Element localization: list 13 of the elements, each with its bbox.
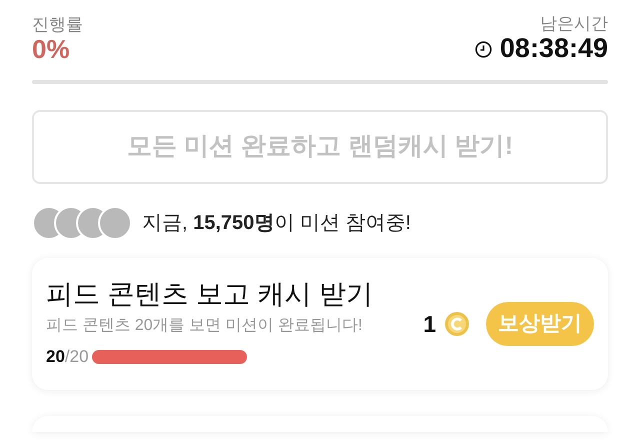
coin-icon [444, 311, 470, 338]
mission-description: 피드 콘텐츠 20개를 보면 미션이 완료됩니다! [46, 316, 364, 336]
participants-text: 지금, 15,750명이 미션 참여중! [142, 211, 411, 236]
mission-title: 피드 콘텐츠 보고 캐시 받기 [46, 278, 374, 310]
timer-value: 08:38:49 [500, 34, 608, 64]
timer-label: 남은시간 [540, 14, 608, 34]
reward-amount: 1 [423, 310, 436, 339]
progress-percent: 0% [32, 35, 71, 64]
claim-reward-button[interactable]: 보상받기 [486, 302, 594, 346]
clock-icon [474, 40, 492, 58]
progress-label: 진행률 [32, 15, 83, 36]
progress-count: 20 [46, 346, 65, 368]
progress-total: /20 [64, 346, 89, 368]
